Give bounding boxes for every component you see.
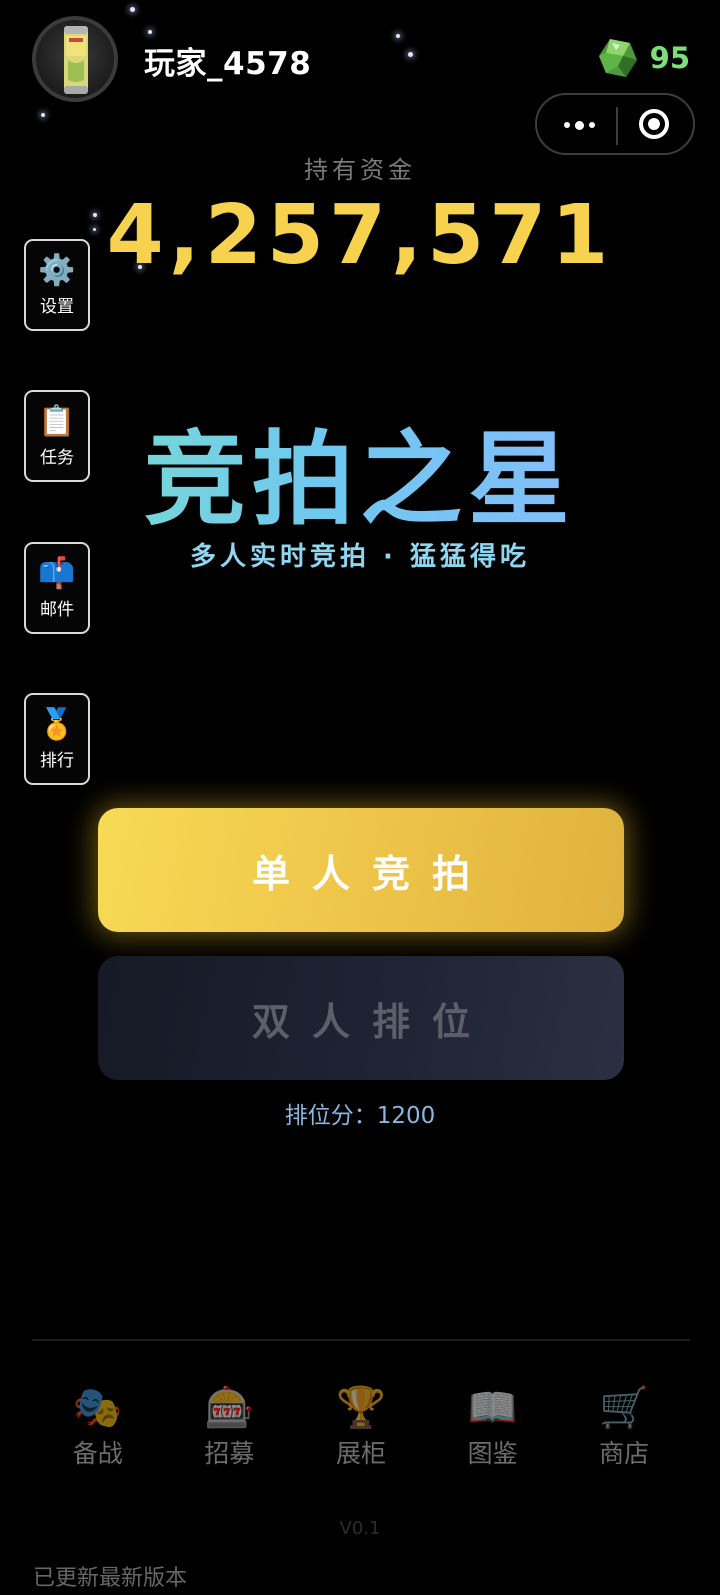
nav-divider [32, 1339, 690, 1341]
green-gem-icon [598, 39, 637, 77]
nav-item-showcase[interactable]: 🏆 展柜 [305, 1384, 417, 1494]
more-dots-icon[interactable] [559, 116, 599, 134]
nav-item-label: 招募 [204, 1439, 255, 1468]
drink-can-avatar [64, 26, 88, 94]
nav-item-collection[interactable]: 📖 图鉴 [437, 1384, 549, 1494]
book-icon: 📖 [467, 1385, 518, 1431]
nav-item-label: 商店 [599, 1439, 650, 1468]
username: 玩家_4578 [144, 46, 312, 82]
side-button-ranking[interactable]: 🏅 排行 [24, 693, 90, 785]
trophy-icon: 🏆 [336, 1385, 386, 1431]
gem-count: 95 [649, 41, 690, 75]
update-note: 已更新最新版本 [33, 1566, 188, 1591]
game-title: 竞拍之星 [0, 398, 720, 545]
side-button-label: 排行 [40, 750, 74, 771]
nav-item-label: 图鉴 [467, 1439, 518, 1468]
rank-score: 排位分：1200 [284, 1103, 436, 1129]
nav-item-prepare[interactable]: 🎭 备战 [42, 1384, 154, 1494]
duo-ranked-label: 双人排位 [251, 999, 492, 1044]
nav-item-recruit[interactable]: 🎰 招募 [173, 1384, 285, 1494]
capsule-divider [616, 107, 618, 145]
funds-label: 持有资金 [304, 156, 416, 184]
nav-item-label: 展柜 [335, 1439, 386, 1468]
gem-balance[interactable]: 95 [596, 36, 690, 80]
solo-auction-label: 单人竞拍 [251, 851, 492, 896]
masks-icon: 🎭 [72, 1385, 123, 1431]
sparkle-star [408, 52, 413, 57]
target-icon[interactable] [639, 109, 669, 139]
sparkle-star [396, 34, 400, 38]
game-subtitle: 多人实时竞拍 · 猛猛得吃 [190, 542, 530, 572]
sparkle-star [148, 30, 152, 34]
nav-item-label: 备战 [72, 1439, 123, 1468]
sparkle-star [41, 113, 45, 117]
bottom-nav: 🎭 备战 🎰 招募 🏆 展柜 📖 图鉴 🛒 商店 [32, 1384, 690, 1494]
side-button-label: 邮件 [40, 599, 74, 620]
miniprogram-capsule [535, 93, 695, 155]
cart-icon: 🛒 [599, 1385, 650, 1431]
gear-icon: ⚙️ [38, 252, 76, 288]
version-label: V0.1 [339, 1518, 381, 1539]
duo-ranked-button[interactable]: 双人排位 [98, 956, 624, 1080]
medal-icon: 🏅 [38, 706, 76, 742]
sparkle-star [130, 7, 135, 12]
side-button-label: 设置 [40, 296, 74, 317]
slot-machine-icon: 🎰 [204, 1385, 255, 1431]
side-button-settings[interactable]: ⚙️ 设置 [24, 239, 90, 331]
nav-item-shop[interactable]: 🛒 商店 [568, 1384, 680, 1494]
solo-auction-button[interactable]: 单人竞拍 [98, 808, 624, 932]
funds-value: 4,257,571 [106, 188, 614, 283]
avatar[interactable] [32, 16, 118, 102]
